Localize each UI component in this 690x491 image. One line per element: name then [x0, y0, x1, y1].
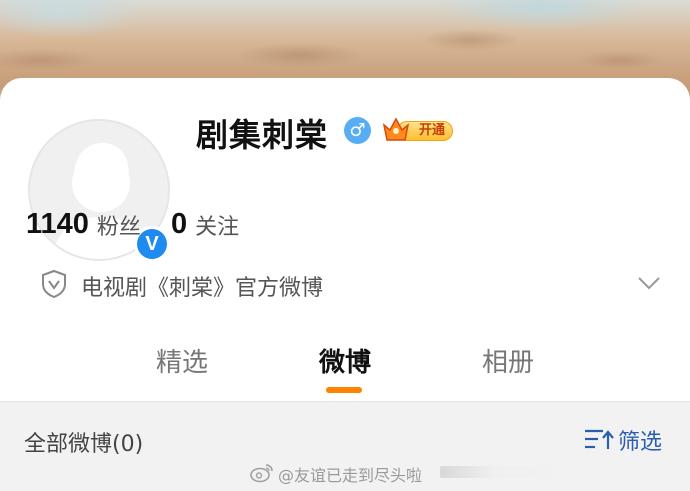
filter-sort-icon	[585, 429, 614, 449]
all-weibo-label[interactable]: 全部微博(0)	[24, 426, 143, 458]
active-tab-indicator	[326, 387, 362, 393]
watermark-bar	[440, 466, 570, 478]
tab-featured[interactable]: 精选	[156, 342, 208, 379]
tab-weibo[interactable]: 微博	[319, 342, 371, 379]
followers-label[interactable]: 粉丝	[97, 215, 141, 240]
shield-icon	[42, 269, 66, 299]
vip-open-button[interactable]: 开通	[381, 116, 453, 144]
followers-count[interactable]: 1140	[26, 208, 89, 240]
male-icon: ♂	[344, 117, 371, 144]
profile-description-row[interactable]: 电视剧《刺棠》官方微博	[40, 266, 670, 302]
chevron-down-icon[interactable]	[636, 272, 662, 294]
weibo-logo-icon	[250, 464, 273, 483]
watermark-text: @友谊已走到尽头啦	[278, 466, 423, 485]
tab-album[interactable]: 相册	[482, 342, 534, 379]
filter-label: 筛选	[618, 430, 663, 455]
profile-stats: 1140 粉丝 0 关注	[26, 208, 269, 244]
crown-icon	[382, 117, 410, 141]
following-label[interactable]: 关注	[195, 215, 239, 240]
following-count[interactable]: 0	[171, 208, 187, 240]
profile-name: 剧集刺棠	[196, 116, 329, 154]
profile-description: 电视剧《刺棠》官方微博	[81, 276, 324, 301]
